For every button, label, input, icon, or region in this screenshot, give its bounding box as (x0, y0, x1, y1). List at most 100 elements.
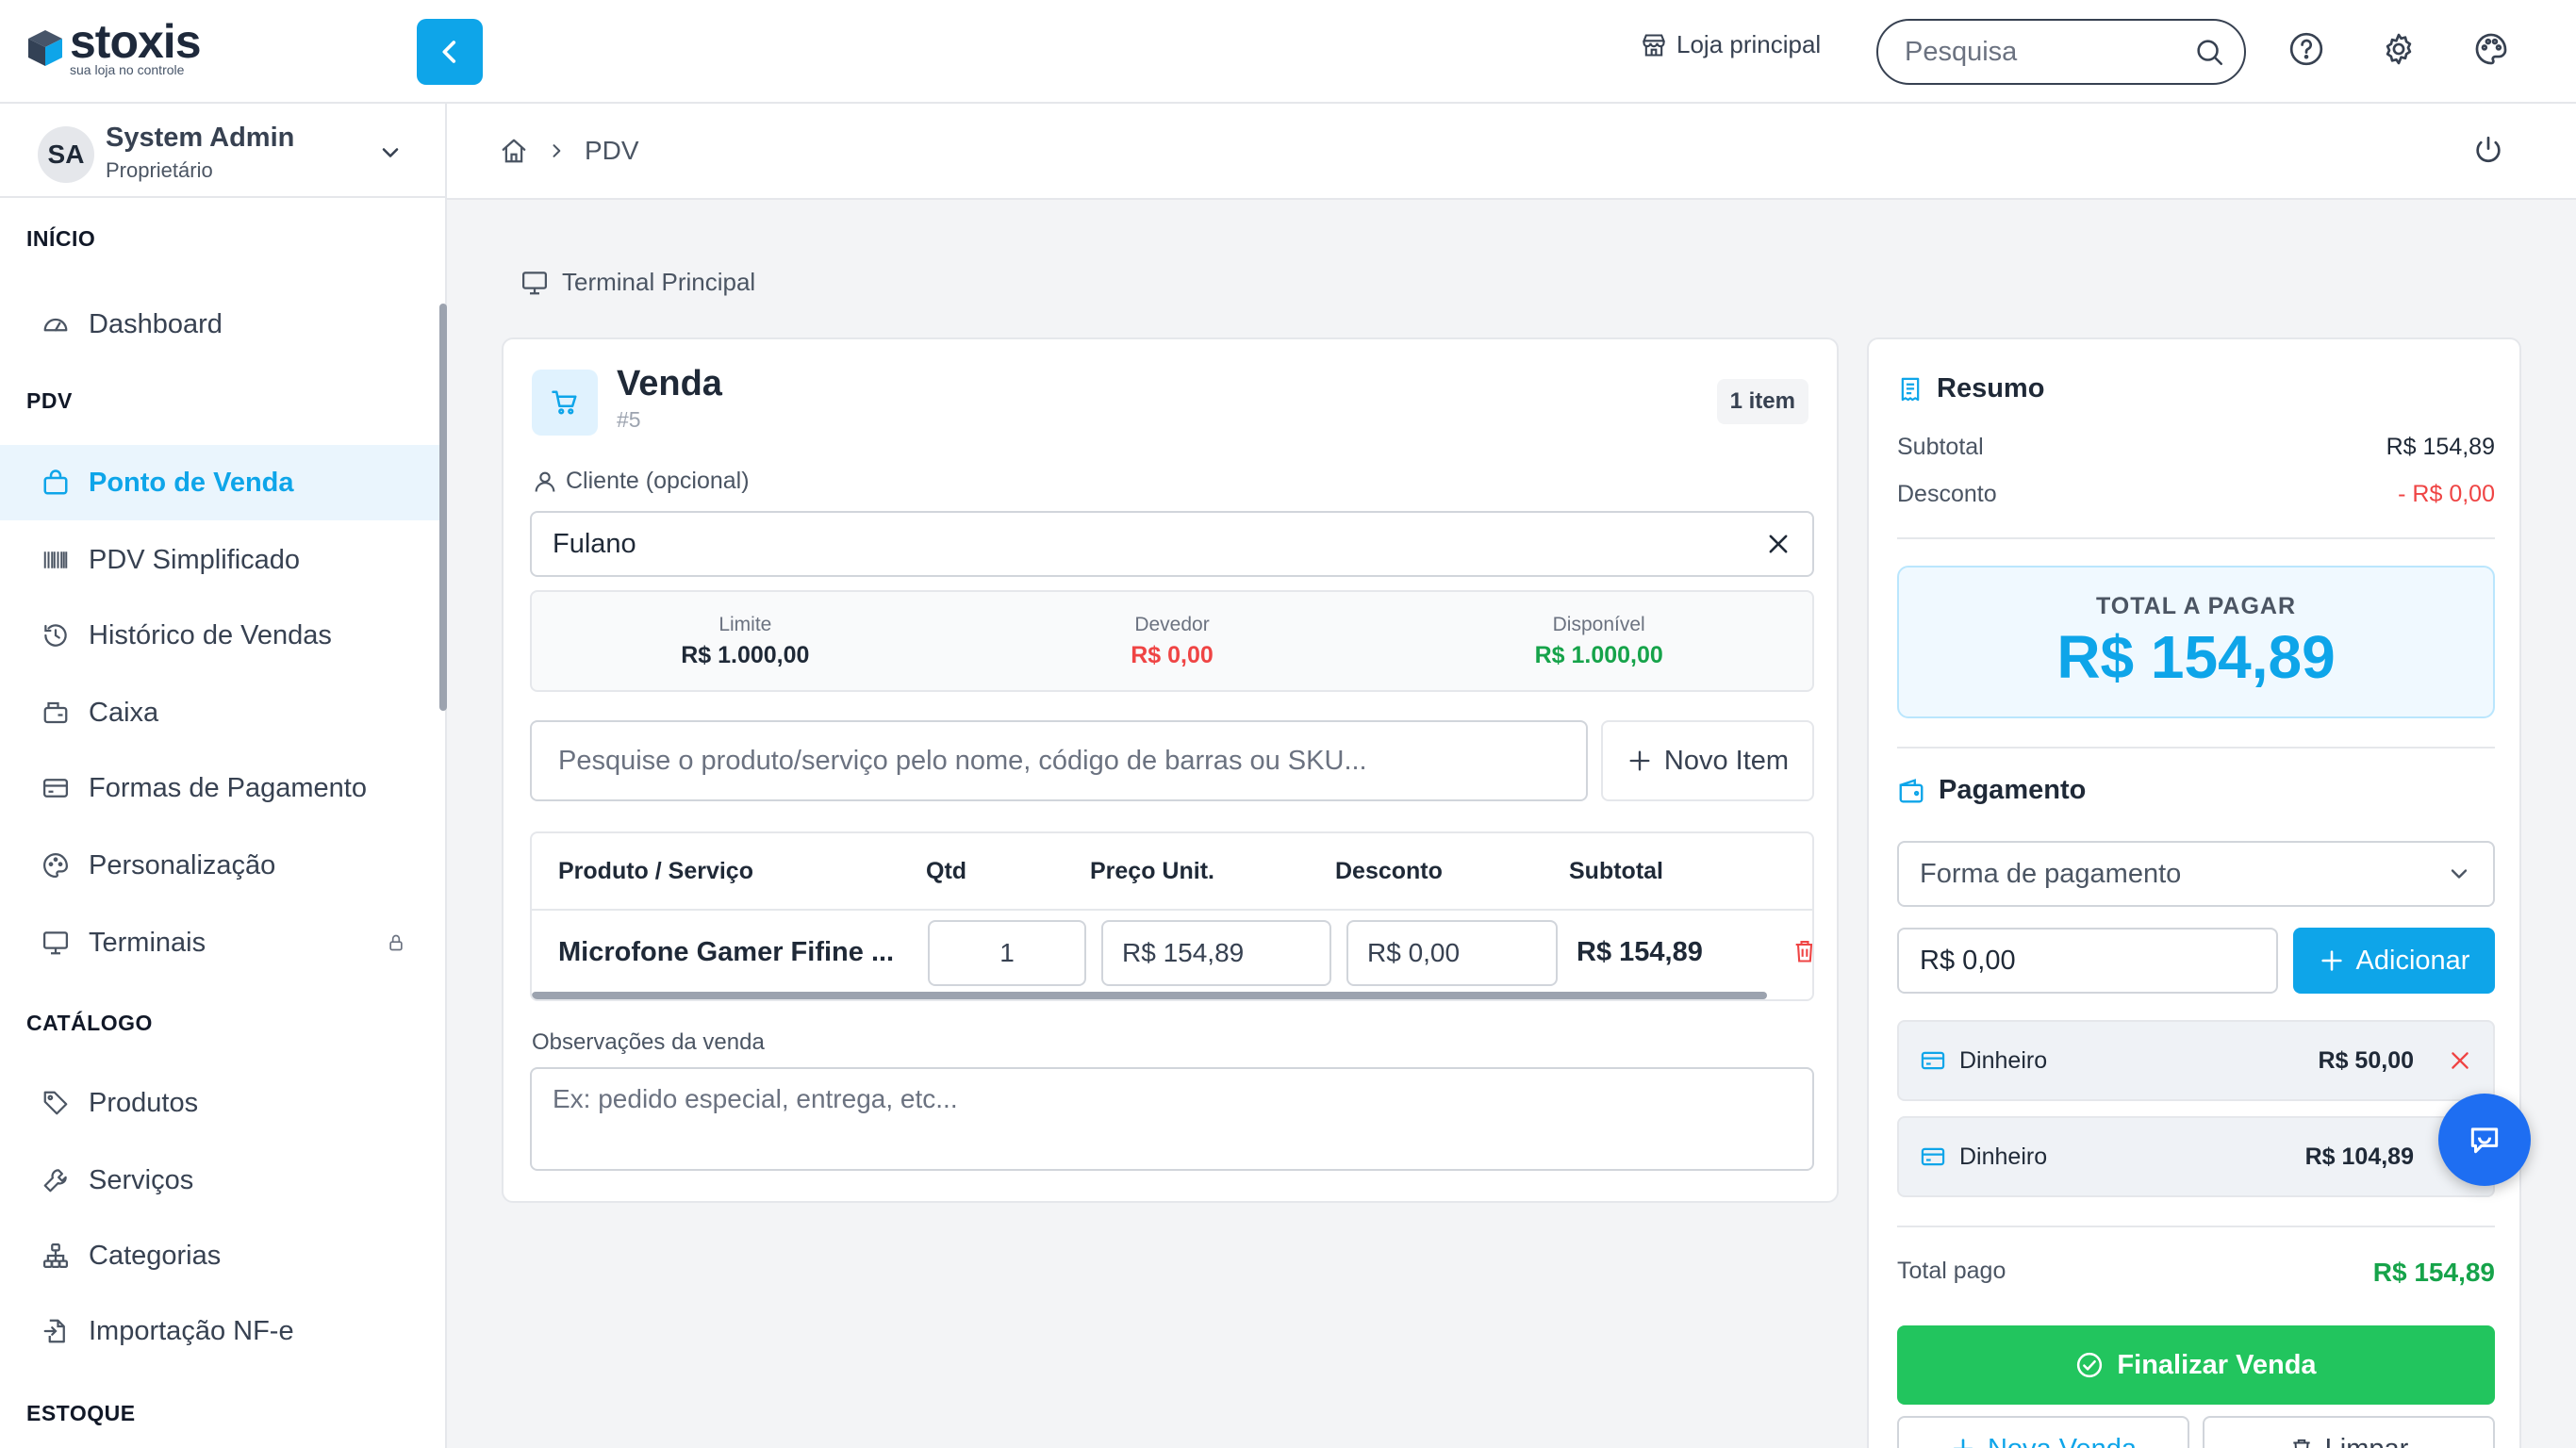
brand-tagline: sua loja no controle (70, 62, 185, 77)
gauge-icon (40, 308, 72, 340)
sidebar-item-servicos[interactable]: Serviços (0, 1143, 439, 1218)
sidebar-item-categorias[interactable]: Categorias (0, 1218, 439, 1293)
sidebar-item-label: PDV Simplificado (89, 544, 301, 575)
finalize-sale-button[interactable]: Finalizar Venda (1897, 1325, 2495, 1405)
credit-available-value: R$ 1.000,00 (1534, 641, 1663, 668)
unit-price-input[interactable]: R$ 154,89 (1101, 920, 1331, 986)
notes-field[interactable] (530, 1067, 1814, 1171)
credit-card-icon (40, 772, 72, 804)
table-scrollbar[interactable] (532, 992, 1767, 999)
divider (1897, 747, 2495, 749)
payment-title-text: Pagamento (1939, 775, 2087, 805)
monitor-icon (520, 269, 549, 297)
store-icon (1641, 32, 1667, 58)
subtotal-label: Subtotal (1897, 434, 1984, 460)
top-bar: stoxis sua loja no controle Loja princip… (0, 0, 2576, 104)
divider (1897, 537, 2495, 539)
new-sale-button[interactable]: Nova Venda (1897, 1416, 2189, 1448)
sidebar-item-label: Produtos (89, 1087, 199, 1118)
client-value: Fulano (553, 528, 636, 559)
home-icon[interactable] (500, 137, 528, 165)
credit-limit-label: Limite (718, 613, 772, 635)
search-input[interactable] (1905, 36, 2178, 68)
col-header-discount: Desconto (1335, 858, 1443, 884)
brand-name: stoxis (70, 15, 202, 68)
close-icon[interactable] (1765, 531, 1792, 557)
sale-card: Venda #5 1 item Cliente (opcional) Fulan… (502, 337, 1839, 1203)
sale-number: #5 (617, 407, 641, 432)
credit-debt-label: Devedor (1134, 613, 1210, 635)
discount-value: - R$ 0,00 (2398, 481, 2495, 507)
sidebar-scrollbar[interactable] (439, 304, 447, 711)
search-icon[interactable] (2193, 36, 2225, 68)
plus-icon (1627, 748, 1653, 774)
user-menu[interactable]: SA System Admin Proprietário (0, 104, 445, 198)
chevron-right-icon (547, 141, 566, 160)
sidebar-item-importacao[interactable]: Importação NF-e (0, 1293, 439, 1369)
product-search[interactable] (530, 720, 1588, 801)
trash-icon[interactable] (1792, 937, 1812, 965)
sale-title: Venda (617, 364, 722, 403)
sidebar-item-terminais[interactable]: Terminais (0, 905, 439, 980)
payment-amount-input[interactable]: R$ 0,00 (1897, 928, 2278, 994)
collapse-sidebar-button[interactable] (417, 19, 483, 85)
sidebar-item-pdv-simplificado[interactable]: PDV Simplificado (0, 522, 439, 598)
table-divider (532, 909, 1812, 911)
credit-debt: Devedor R$ 0,00 (959, 592, 1386, 690)
summary-title: Resumo (1897, 373, 2044, 404)
power-icon[interactable] (2472, 134, 2504, 166)
help-icon[interactable] (2287, 30, 2325, 68)
credit-available: Disponível R$ 1.000,00 (1385, 592, 1812, 690)
palette-icon[interactable] (2472, 30, 2510, 68)
row-product: Microfone Gamer Fifine ... (558, 937, 895, 967)
product-search-input[interactable] (558, 745, 1560, 777)
chat-button[interactable] (2438, 1094, 2531, 1186)
store-selector[interactable]: Loja principal (1641, 30, 1821, 59)
section-estoque: ESTOQUE (26, 1401, 136, 1425)
sidebar-item-caixa[interactable]: Caixa (0, 675, 439, 750)
subtotal-value: R$ 154,89 (2386, 434, 2495, 460)
items-table: Produto / Serviço Qtd Preço Unit. Descon… (530, 831, 1814, 1001)
sidebar-item-formas-pagamento[interactable]: Formas de Pagamento (0, 750, 439, 826)
cube-logo-icon (25, 26, 66, 68)
discount-row: Desconto - R$ 0,00 (1897, 481, 2495, 508)
client-field[interactable]: Fulano (530, 511, 1814, 577)
qty-input[interactable]: 1 (928, 920, 1086, 986)
sidebar-item-produtos[interactable]: Produtos (0, 1065, 439, 1141)
sidebar-item-label: Personalização (89, 849, 276, 880)
shopping-bag-icon (40, 467, 72, 499)
col-header-unit-price: Preço Unit. (1090, 858, 1214, 884)
finalize-sale-label: Finalizar Venda (2117, 1349, 2317, 1380)
item-count-badge: 1 item (1716, 379, 1808, 424)
credit-limit: Limite R$ 1.000,00 (532, 592, 959, 690)
lock-icon (387, 933, 405, 952)
total-label: TOTAL A PAGAR (2095, 592, 2297, 619)
total-box: TOTAL A PAGAR R$ 154,89 (1897, 566, 2495, 718)
close-icon[interactable] (2448, 1048, 2472, 1073)
payment-method: Dinheiro (1959, 1143, 2048, 1170)
col-header-qty: Qtd (926, 858, 967, 884)
payment-method-select[interactable]: Forma de pagamento (1897, 841, 2495, 907)
sidebar-item-label: Histórico de Vendas (89, 619, 332, 650)
row-subtotal: R$ 154,89 (1577, 937, 1703, 967)
payment-item: Dinheiro R$ 50,00 (1897, 1020, 2495, 1101)
sidebar-item-ponto-de-venda[interactable]: Ponto de Venda (0, 445, 439, 520)
payment-amount: R$ 50,00 (2318, 1046, 2414, 1074)
add-payment-button[interactable]: Adicionar (2293, 928, 2495, 994)
sidebar-item-label: Serviços (89, 1164, 194, 1195)
check-circle-icon (2075, 1351, 2104, 1379)
clear-button[interactable]: Limpar (2203, 1416, 2495, 1448)
global-search[interactable] (1876, 19, 2246, 85)
sidebar-item-historico[interactable]: Histórico de Vendas (0, 598, 439, 673)
sidebar-item-label: Ponto de Venda (89, 467, 294, 498)
notes-textarea[interactable] (553, 1084, 1792, 1154)
discount-input[interactable]: R$ 0,00 (1346, 920, 1558, 986)
new-item-button[interactable]: Novo Item (1601, 720, 1814, 801)
card-icon (1920, 1144, 1946, 1170)
chevron-down-icon[interactable] (377, 140, 404, 166)
gear-icon[interactable] (2380, 30, 2418, 68)
sidebar-item-personalizacao[interactable]: Personalização (0, 828, 439, 903)
sidebar-item-dashboard[interactable]: Dashboard (0, 287, 439, 362)
file-import-icon (40, 1315, 72, 1347)
brand-logo[interactable]: stoxis sua loja no controle (25, 15, 202, 77)
